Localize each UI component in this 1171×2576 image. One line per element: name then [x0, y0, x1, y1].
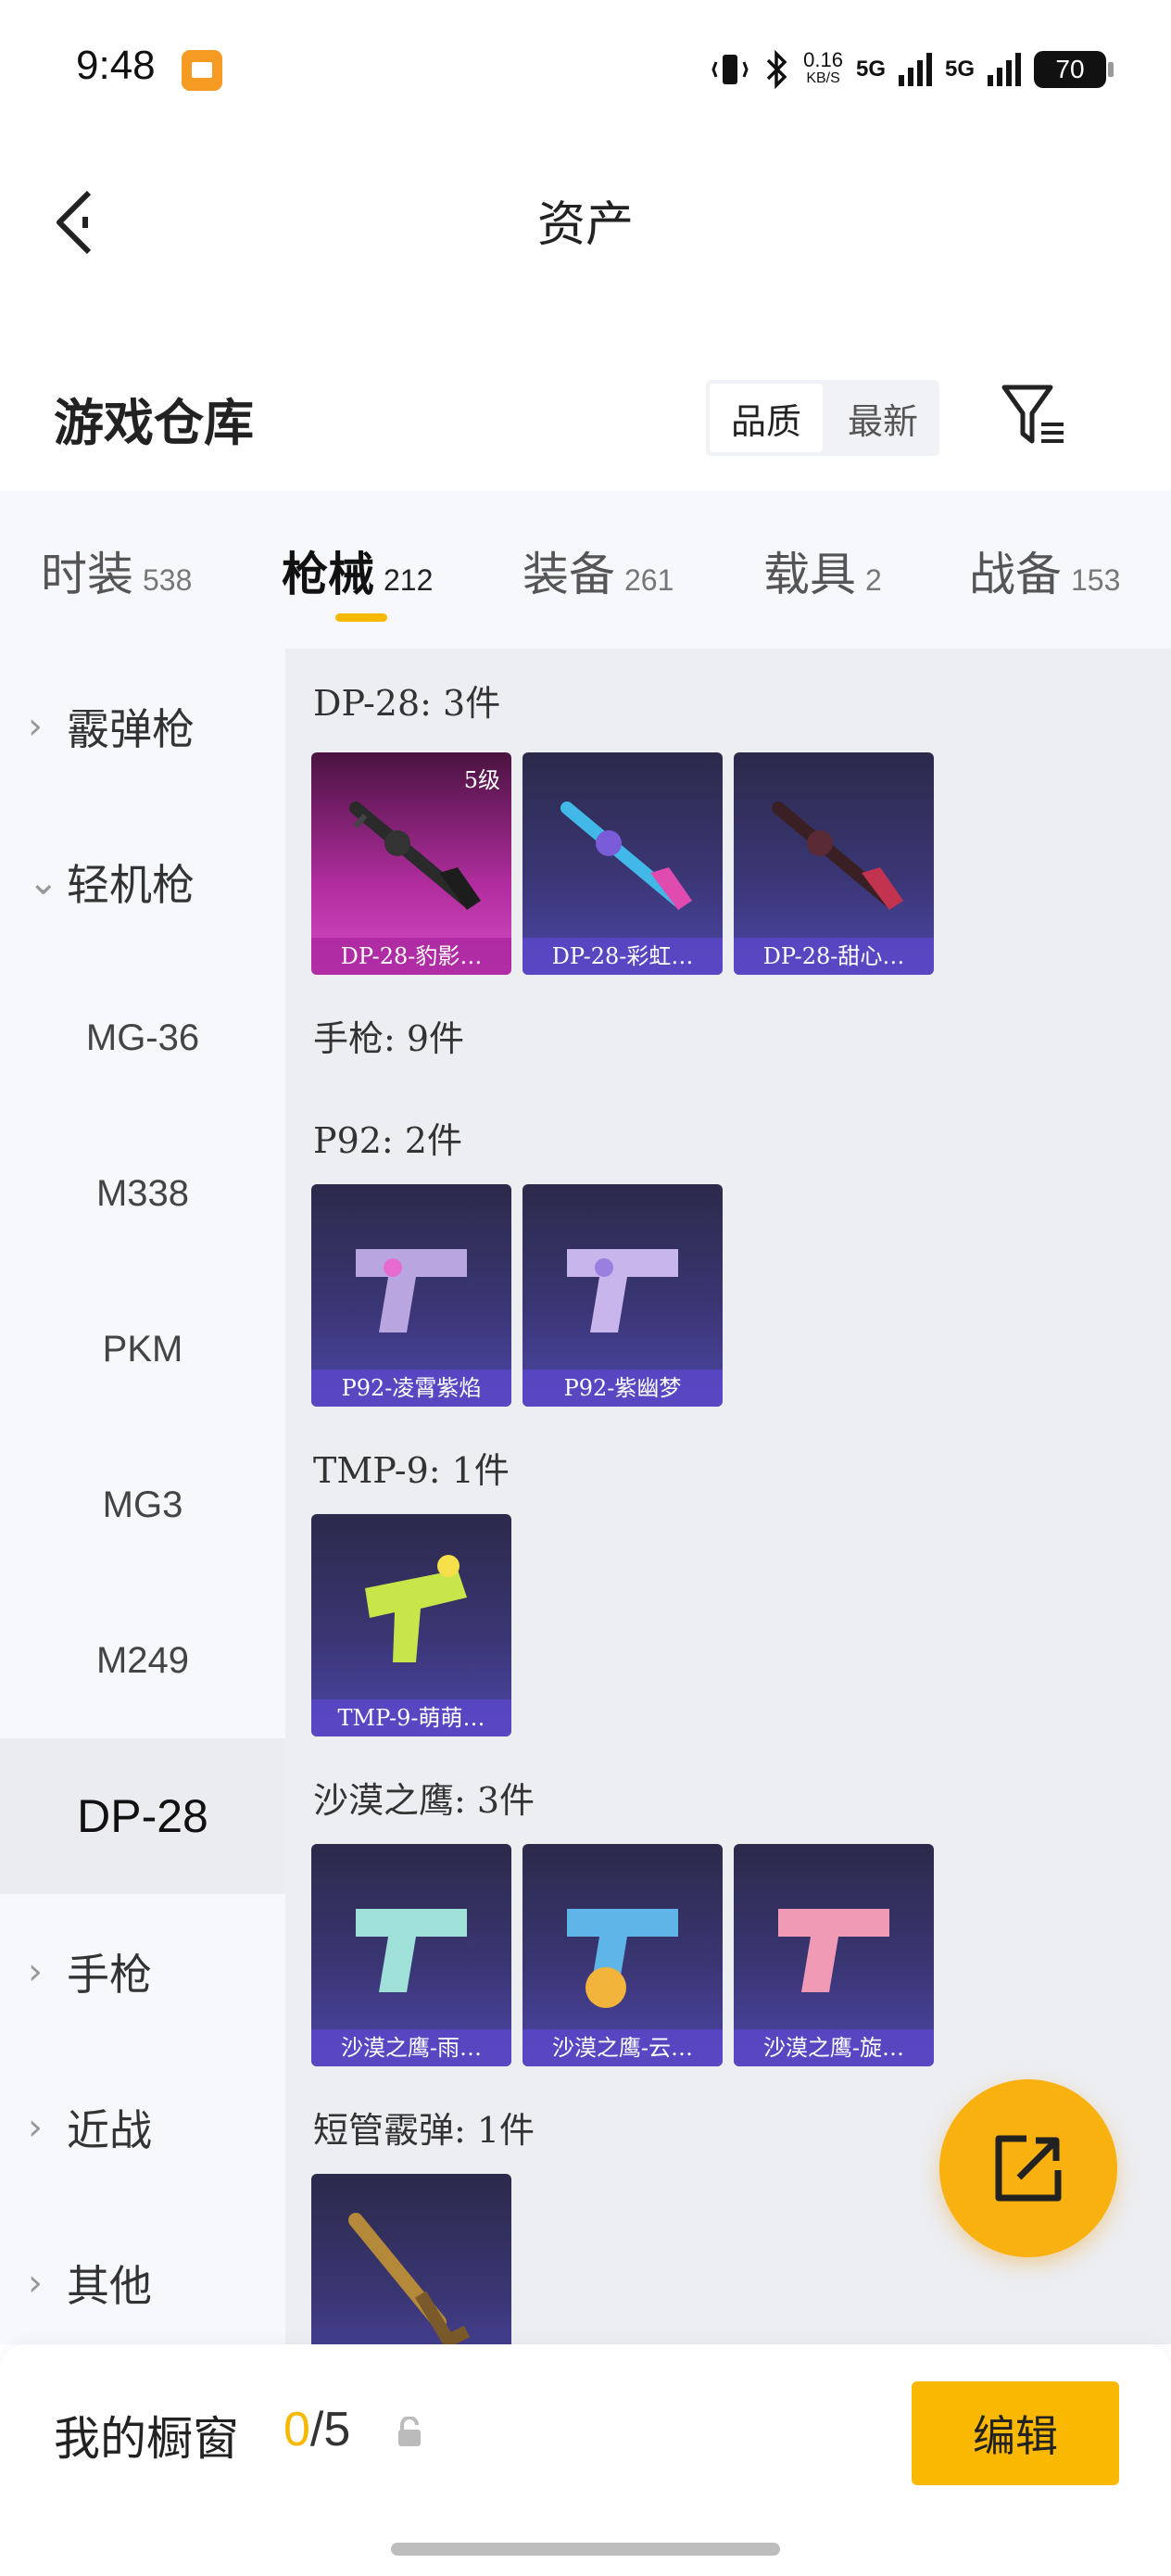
sort-toggle: 品质 最新 [706, 380, 939, 456]
chevron-right-icon: › [28, 2262, 43, 2305]
pistol-icon [567, 1249, 678, 1332]
tab-firearms[interactable]: 枪械 212 [282, 537, 433, 604]
sidebar-item-lmg[interactable]: ⌄ 轻机枪 [0, 804, 285, 960]
item-name: P92-紫幽梦 [523, 1370, 723, 1407]
item-card[interactable]: TMP-9-萌萌… [311, 1514, 511, 1736]
bluetooth-icon [766, 49, 787, 90]
edit-button[interactable]: 编辑 [912, 2381, 1119, 2485]
shotgun-icon [348, 2213, 471, 2344]
tab-supplies[interactable]: 战备 153 [969, 537, 1120, 604]
status-icons: 0.16 KB/S 5G 5G 70 [711, 46, 1114, 93]
group-heading: P92: 2件 [313, 1120, 462, 1161]
vibrate-icon [711, 55, 749, 84]
item-card[interactable] [311, 2174, 511, 2344]
sidebar-item-shotgun[interactable]: › 霰弹枪 [0, 649, 285, 804]
showcase-count: 0/5 [283, 2403, 351, 2456]
sidebar-subitem-m249[interactable]: M249 [0, 1583, 285, 1738]
sidebar-subitem-dp28[interactable]: DP-28 [0, 1738, 285, 1894]
sidebar-subitem-pkm[interactable]: PKM [0, 1271, 285, 1427]
chevron-right-icon: › [28, 705, 43, 748]
showcase-label: 我的橱窗 [54, 2412, 239, 2466]
tab-equipment[interactable]: 装备 261 [523, 537, 674, 604]
item-name: 沙漠之鹰-旋… [734, 2029, 934, 2066]
item-card[interactable]: P92-凌霄紫焰 [311, 1184, 511, 1407]
group-heading: TMP-9: 1件 [313, 1450, 510, 1491]
filter-icon[interactable] [1001, 382, 1069, 450]
sidebar-subitem-m338[interactable]: M338 [0, 1116, 285, 1271]
item-name: DP-28-甜心… [734, 938, 934, 975]
group-heading: 沙漠之鹰: 3件 [313, 1780, 535, 1821]
item-name: 沙漠之鹰-云… [523, 2029, 723, 2066]
pistol-icon [356, 1249, 467, 1332]
item-name: TMP-9-萌萌… [311, 1699, 511, 1736]
lock-icon [398, 2417, 421, 2446]
sort-newest-button[interactable]: 最新 [826, 380, 939, 456]
sidebar: › 霰弹枪 ⌄ 轻机枪 MG-36 M338 PKM MG3 M249 DP-28 … [0, 649, 285, 2344]
active-tab-indicator [335, 613, 387, 622]
pistol-icon [567, 1909, 678, 2008]
warehouse-title: 游戏仓库 [54, 393, 254, 452]
item-name: DP-28-豹影… [311, 938, 511, 975]
sidebar-item-other[interactable]: › 其他 [0, 2205, 285, 2361]
item-card[interactable]: DP-28-彩虹… [523, 752, 723, 975]
item-card[interactable]: 5级 DP-28-豹影… [311, 752, 511, 975]
sidebar-subitem-mg3[interactable]: MG3 [0, 1427, 285, 1583]
chevron-right-icon: › [28, 1951, 43, 1993]
rifle-icon [560, 802, 692, 910]
item-name: P92-凌霄紫焰 [311, 1370, 511, 1407]
group-heading: 短管霰弹: 1件 [313, 2110, 535, 2151]
sort-quality-button[interactable]: 品质 [710, 384, 823, 452]
sidebar-item-melee[interactable]: › 近战 [0, 2050, 285, 2205]
app-notification-icon [182, 50, 222, 91]
item-name: DP-28-彩虹… [523, 938, 723, 975]
home-indicator[interactable] [391, 2543, 780, 2556]
item-card[interactable]: DP-28-甜心… [734, 752, 934, 975]
status-time: 9:48 [76, 43, 156, 88]
chevron-down-icon: ⌄ [28, 861, 59, 903]
chevron-right-icon: › [28, 2106, 43, 2149]
item-card[interactable]: 沙漠之鹰-旋… [734, 1844, 934, 2066]
group-heading: DP-28: 3件 [313, 683, 501, 724]
signal-label-2: 5G [944, 57, 975, 82]
signal-bars-icon-2 [988, 53, 1021, 86]
item-name: 沙漠之鹰-雨… [311, 2029, 511, 2066]
sidebar-item-pistol[interactable]: › 手枪 [0, 1894, 285, 2050]
signal-bars-icon [898, 53, 932, 86]
page-title: 资产 [536, 197, 634, 253]
pistol-icon [356, 1909, 467, 1992]
tab-vehicles[interactable]: 载具 2 [763, 537, 882, 604]
item-card[interactable]: 沙漠之鹰-雨… [311, 1844, 511, 2066]
category-tabs: 时装 538 枪械 212 装备 261 载具 2 战备 153 [0, 491, 1171, 649]
battery-icon: 70 [1034, 51, 1114, 88]
pistol-icon [778, 1909, 889, 1992]
net-speed: 0.16 KB/S [803, 48, 843, 87]
smg-icon [365, 1555, 467, 1662]
item-card[interactable]: 沙漠之鹰-云… [523, 1844, 723, 2066]
sidebar-subitem-mg36[interactable]: MG-36 [0, 960, 285, 1116]
tab-fashion[interactable]: 时装 538 [41, 537, 192, 604]
external-link-icon [995, 2135, 1062, 2202]
group-heading: 手枪: 9件 [313, 1018, 465, 1059]
item-card[interactable]: P92-紫幽梦 [523, 1184, 723, 1407]
share-button[interactable] [939, 2079, 1117, 2257]
signal-label-1: 5G [855, 57, 886, 82]
rifle-icon [349, 802, 481, 910]
rifle-icon [772, 802, 903, 910]
